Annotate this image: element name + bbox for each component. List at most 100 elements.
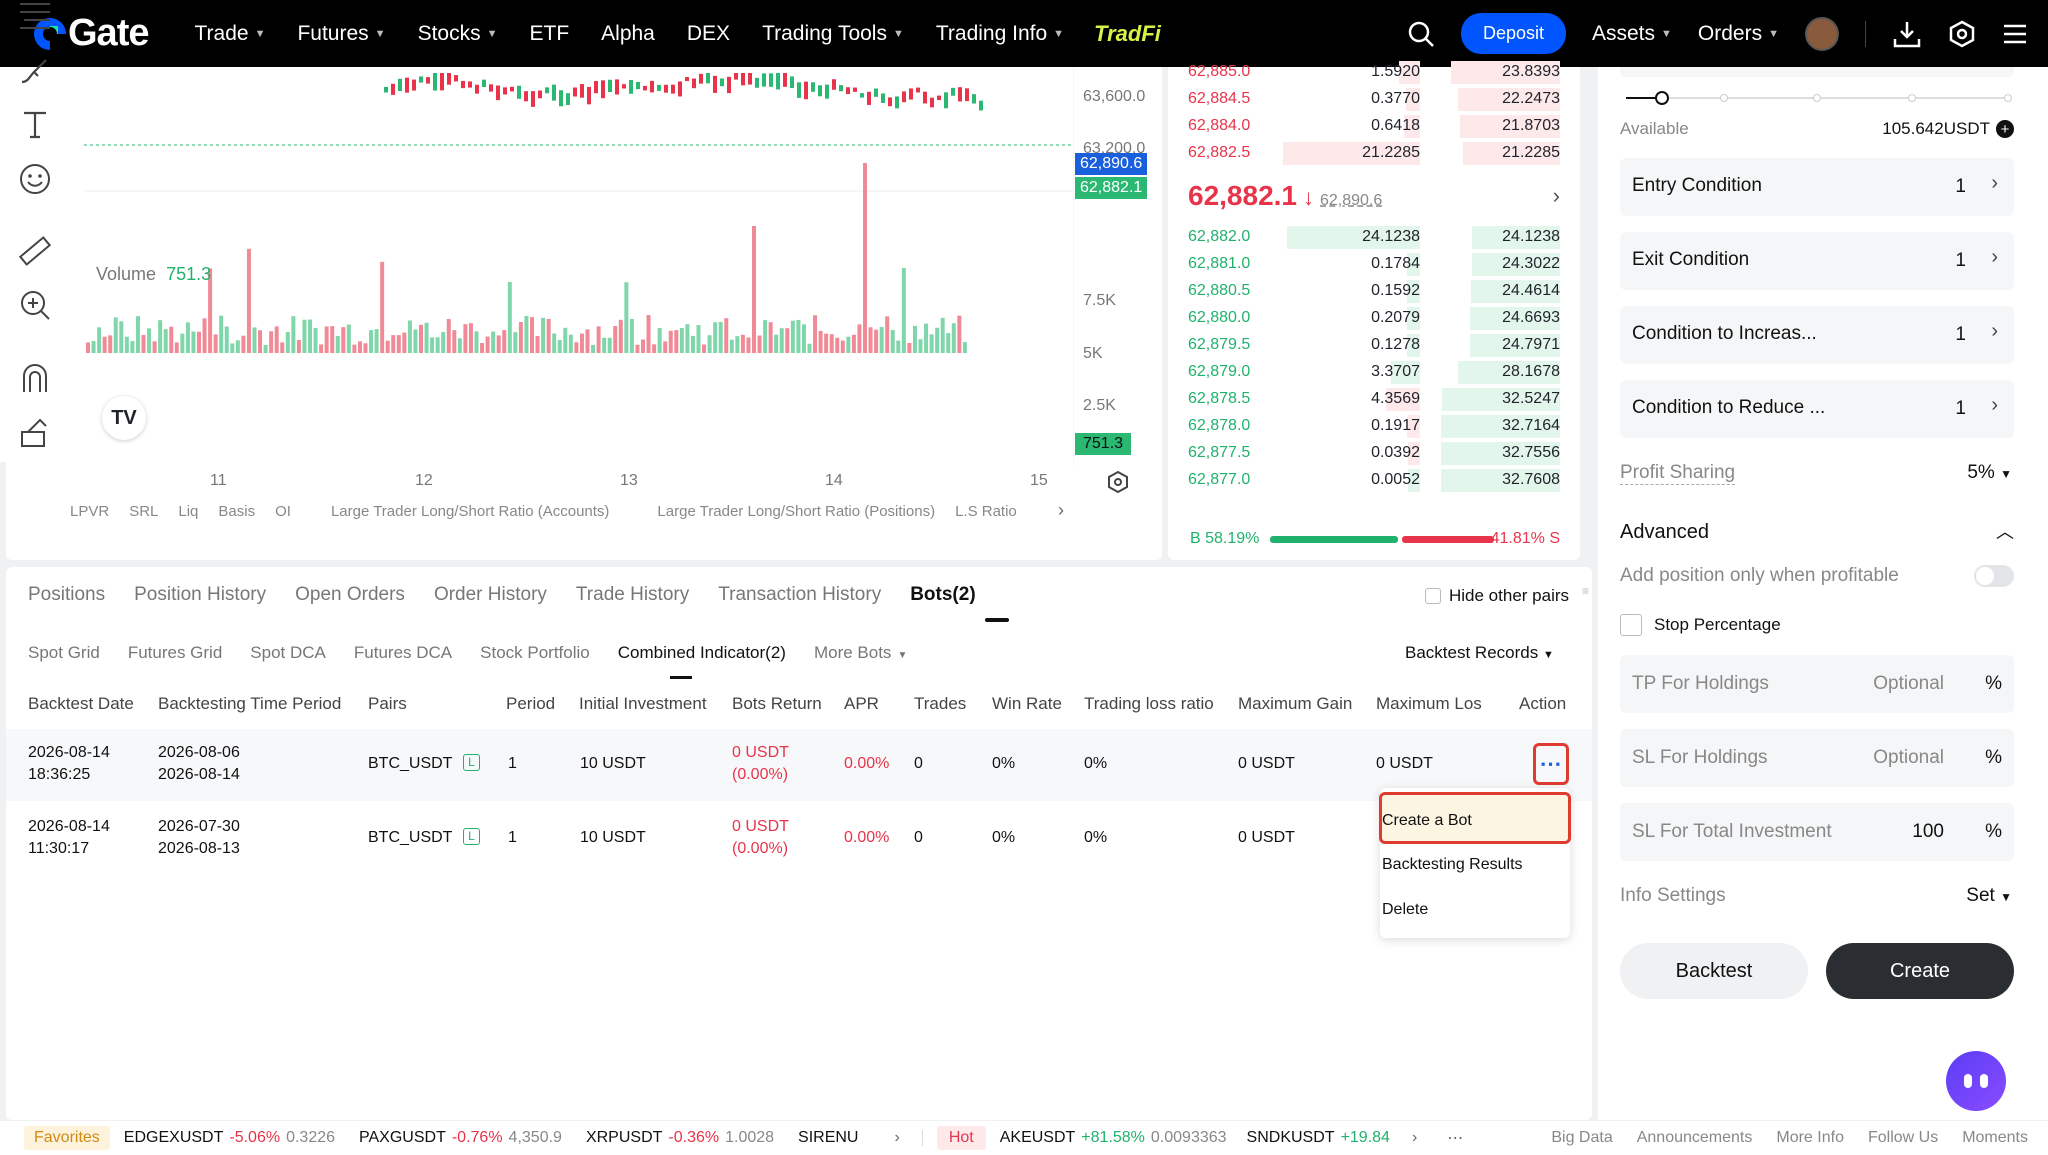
- create-bot-menu-item[interactable]: Create a Bot: [1382, 812, 1472, 830]
- checkbox[interactable]: [1620, 614, 1642, 636]
- backtest-button[interactable]: Backtest: [1620, 943, 1808, 999]
- bid-row[interactable]: 62,881.0 0.1784 24.3022: [1168, 251, 1580, 278]
- more-icon[interactable]: ⋯: [1447, 1128, 1463, 1148]
- tab-positions[interactable]: Positions: [28, 584, 105, 606]
- bot-tab-more-bots[interactable]: More Bots ▼: [814, 643, 907, 663]
- emoji-icon[interactable]: [18, 162, 52, 196]
- ticker-item[interactable]: SNDKUSDT +19.84: [1247, 1129, 1396, 1147]
- ruler-icon[interactable]: [18, 234, 52, 268]
- ask-row[interactable]: 62,884.0 0.6418 21.8703: [1168, 113, 1580, 140]
- trend-lines-icon[interactable]: [18, 0, 52, 34]
- footer-link[interactable]: Announcements: [1637, 1129, 1753, 1146]
- footer-link[interactable]: More Info: [1776, 1129, 1844, 1146]
- bid-row[interactable]: 62,879.0 3.3707 28.1678: [1168, 359, 1580, 386]
- favorites-label[interactable]: Favorites: [24, 1126, 110, 1150]
- indicator-tab[interactable]: Large Trader Long/Short Ratio (Positions…: [657, 503, 935, 520]
- bid-row[interactable]: 62,878.5 4.3569 32.5247: [1168, 386, 1580, 413]
- bid-row[interactable]: 62,878.0 0.1917 32.7164: [1168, 413, 1580, 440]
- nav-item-alpha[interactable]: Alpha: [601, 22, 655, 46]
- footer-link[interactable]: Moments: [1962, 1129, 2028, 1146]
- bid-row[interactable]: 62,879.5 0.1278 24.7971: [1168, 332, 1580, 359]
- nav-item-dex[interactable]: DEX: [687, 22, 730, 46]
- nav-item-trade[interactable]: Trade ▼: [194, 22, 265, 46]
- input-tp-for-holdings[interactable]: TP For Holdings Optional%: [1620, 655, 2014, 713]
- footer-link[interactable]: Big Data: [1551, 1129, 1612, 1146]
- profit-sharing-select[interactable]: 5% ▼: [1967, 462, 2012, 484]
- nav-item-stocks[interactable]: Stocks ▼: [418, 22, 498, 46]
- ticker-item[interactable]: AKEUSDT +81.58% 0.0093363: [1000, 1129, 1227, 1147]
- indicator-tab[interactable]: Basis: [218, 503, 255, 520]
- chart-settings-icon[interactable]: [1106, 470, 1130, 494]
- brush-icon[interactable]: [18, 54, 52, 88]
- stop-percentage-option[interactable]: Stop Percentage: [1620, 614, 1781, 636]
- add-funds-icon[interactable]: +: [1996, 120, 2014, 138]
- chevron-right-icon[interactable]: ›: [1412, 1129, 1417, 1147]
- ticker-item[interactable]: XRPUSDT -0.36% 1.0028: [586, 1129, 774, 1147]
- chevron-right-icon[interactable]: ›: [894, 1129, 899, 1147]
- input-sl-for-holdings[interactable]: SL For Holdings Optional%: [1620, 729, 2014, 787]
- indicator-tab[interactable]: Liq: [178, 503, 198, 520]
- ticker-item[interactable]: EDGEXUSDT -5.06% 0.3226: [124, 1129, 335, 1147]
- input-sl-for-total-investment[interactable]: SL For Total Investment 100%: [1620, 803, 2014, 861]
- bid-row[interactable]: 62,882.0 24.1238 24.1238: [1168, 224, 1580, 251]
- lock-drawing-icon[interactable]: [18, 416, 52, 450]
- nav-item-trading-info[interactable]: Trading Info ▼: [936, 22, 1064, 46]
- bot-tab-spot-dca[interactable]: Spot DCA: [250, 643, 326, 663]
- indicator-tab[interactable]: Large Trader Long/Short Ratio (Accounts): [331, 503, 609, 520]
- chevron-right-icon[interactable]: ›: [1058, 500, 1064, 521]
- tab-transaction-history[interactable]: Transaction History: [718, 584, 881, 606]
- more-actions-button[interactable]: ⋯: [1533, 743, 1569, 785]
- bot-tab-combined-indicator-2-[interactable]: Combined Indicator(2): [618, 643, 786, 663]
- settings-icon[interactable]: [1948, 20, 1976, 48]
- menu-icon[interactable]: [2002, 21, 2028, 47]
- hot-label[interactable]: Hot: [936, 1126, 986, 1150]
- assets-menu[interactable]: Assets ▼: [1592, 22, 1672, 46]
- tab-bots-2-[interactable]: Bots(2): [910, 584, 975, 606]
- bid-row[interactable]: 62,880.5 0.1592 24.4614: [1168, 278, 1580, 305]
- zoom-in-icon[interactable]: [18, 288, 52, 322]
- ask-row[interactable]: 62,885.0 1.5920 23.8393: [1168, 59, 1580, 86]
- bot-tab-futures-dca[interactable]: Futures DCA: [354, 643, 452, 663]
- tab-open-orders[interactable]: Open Orders: [295, 584, 405, 606]
- table-row[interactable]: 2026-08-14 18:36:25 2026-08-06 2026-08-14 BT…: [0, 740, 1480, 790]
- tab-order-history[interactable]: Order History: [434, 584, 547, 606]
- nav-item-trading-tools[interactable]: Trading Tools ▼: [762, 22, 904, 46]
- condition-card[interactable]: Entry Condition 1 ›: [1620, 158, 2014, 216]
- assistant-bot-icon[interactable]: [1946, 1051, 2006, 1111]
- nav-item-etf[interactable]: ETF: [529, 22, 569, 46]
- magnet-icon[interactable]: [18, 362, 52, 396]
- hide-other-pairs[interactable]: Hide other pairs: [1425, 586, 1569, 606]
- condition-card[interactable]: Condition to Increas... 1 ›: [1620, 306, 2014, 364]
- chevron-up-icon[interactable]: ︿: [1996, 518, 2014, 544]
- tradfi-link[interactable]: TradFi: [1094, 21, 1161, 47]
- bid-row[interactable]: 62,880.0 0.2079 24.6693: [1168, 305, 1580, 332]
- backtest-records-dropdown[interactable]: Backtest Records ▼: [1405, 643, 1554, 663]
- orders-menu[interactable]: Orders ▼: [1698, 22, 1779, 46]
- bot-tab-spot-grid[interactable]: Spot Grid: [28, 643, 100, 663]
- delete-menu-item[interactable]: Delete: [1382, 901, 1428, 919]
- bot-tab-futures-grid[interactable]: Futures Grid: [128, 643, 222, 663]
- bid-row[interactable]: 62,877.0 0.0052 32.7608: [1168, 467, 1580, 494]
- profit-sharing-label[interactable]: Profit Sharing: [1620, 462, 1736, 485]
- tab-position-history[interactable]: Position History: [134, 584, 266, 606]
- bot-tab-stock-portfolio[interactable]: Stock Portfolio: [480, 643, 590, 663]
- ticker-item[interactable]: PAXGUSDT -0.76% 4,350.9: [359, 1129, 562, 1147]
- download-icon[interactable]: [1892, 19, 1922, 49]
- condition-card[interactable]: Condition to Reduce ... 1 ›: [1620, 380, 2014, 438]
- table-row[interactable]: 2026-08-14 11:30:17 2026-07-30 2026-08-13 BT…: [0, 814, 1480, 864]
- price-chart[interactable]: [84, 67, 1074, 467]
- indicator-tab[interactable]: L.S Ratio: [955, 503, 1017, 520]
- info-settings-select[interactable]: Set ▼: [1966, 885, 2012, 907]
- indicator-tab[interactable]: LPVR: [70, 503, 109, 520]
- add-position-toggle[interactable]: [1974, 565, 2014, 587]
- backtesting-results-menu-item[interactable]: Backtesting Results: [1382, 856, 1523, 874]
- bid-row[interactable]: 62,877.5 0.0392 32.7556: [1168, 440, 1580, 467]
- checkbox[interactable]: [1425, 588, 1441, 604]
- deposit-button[interactable]: Deposit: [1460, 13, 1566, 54]
- create-button[interactable]: Create: [1826, 943, 2014, 999]
- panel-menu-icon[interactable]: ≡: [1582, 584, 1592, 598]
- indicator-tab[interactable]: SRL: [129, 503, 158, 520]
- avatar[interactable]: [1805, 16, 1839, 51]
- footer-link[interactable]: Follow Us: [1868, 1129, 1938, 1146]
- ask-row[interactable]: 62,882.5 21.2285 21.2285: [1168, 140, 1580, 167]
